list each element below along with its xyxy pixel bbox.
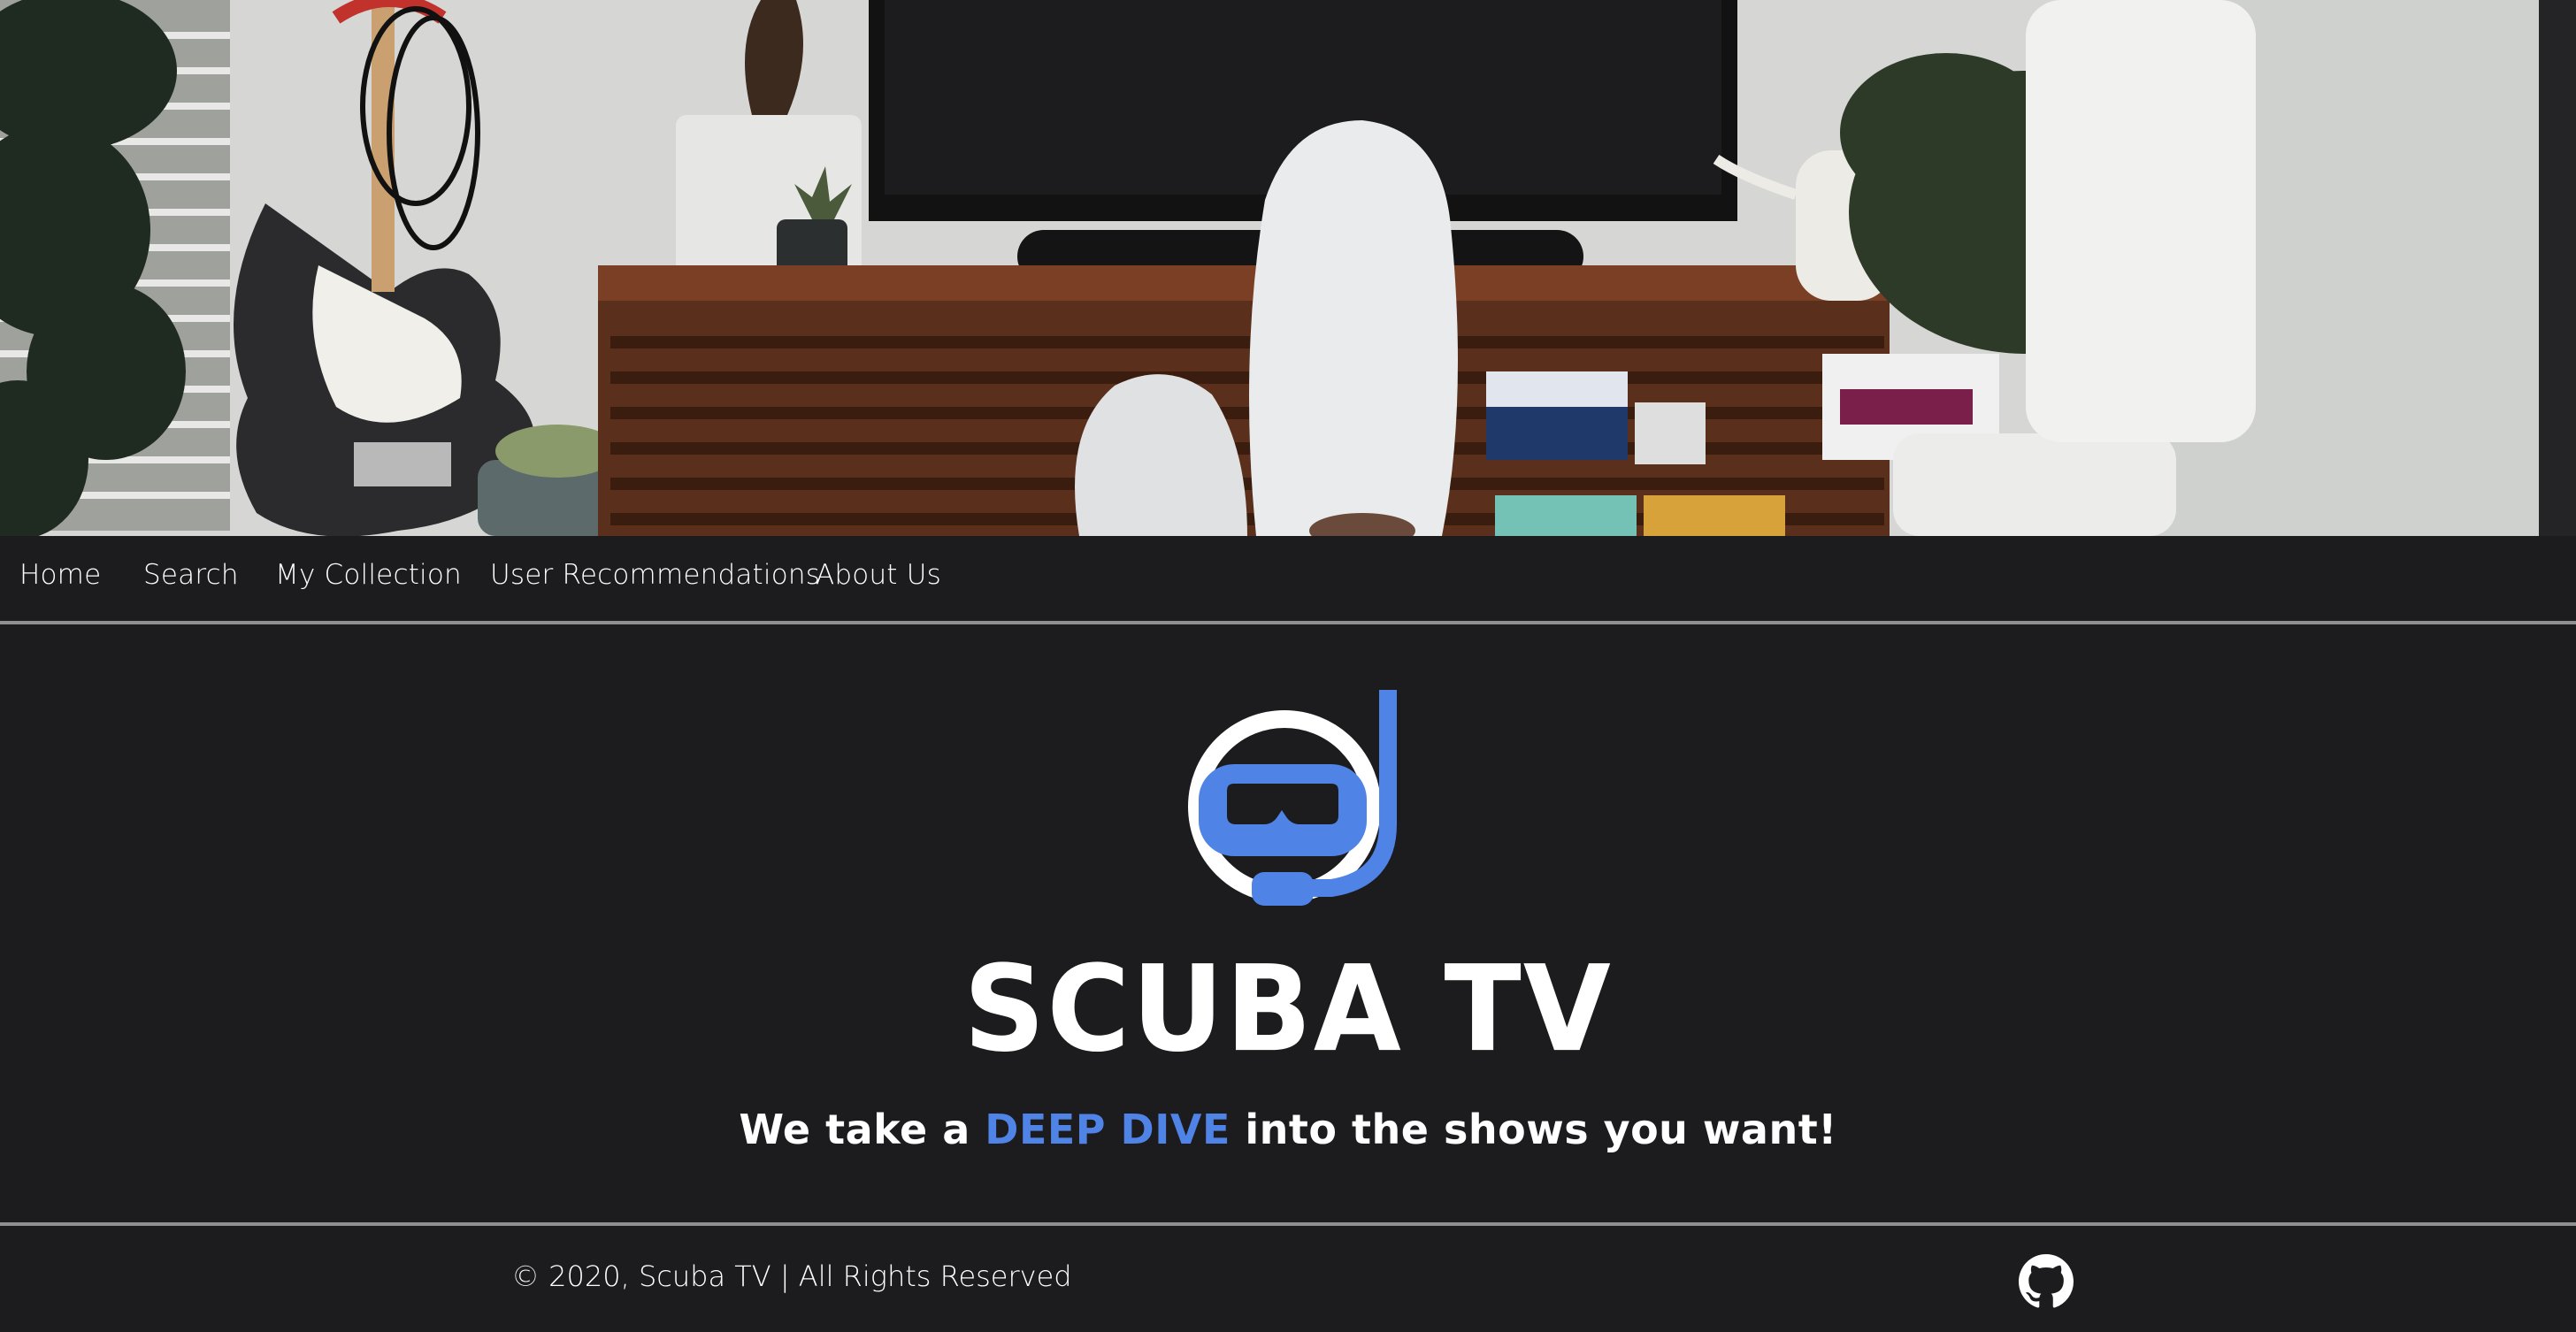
footer: © 2020, Scuba TV | All Rights Reserved [0, 1226, 2576, 1332]
hero-image [0, 0, 2576, 536]
tagline: We take a DEEP DIVE into the shows you w… [0, 1109, 2576, 1150]
site-title: SCUBA TV [963, 940, 1613, 1079]
snorkel-mask-icon [1181, 683, 1402, 913]
nav-home[interactable]: Home [19, 559, 101, 591]
nav-about-us[interactable]: About Us [816, 559, 941, 591]
brand-section: SCUBA TV We take a DEEP DIVE into the sh… [0, 624, 2576, 1222]
copyright-text: © 2020, Scuba TV | All Rights Reserved [511, 1259, 1072, 1293]
main-nav: Home Search My Collection User Recommend… [0, 536, 2576, 624]
tagline-accent: DEEP DIVE [985, 1106, 1230, 1153]
tagline-start: We take a [739, 1106, 985, 1153]
nav-my-collection[interactable]: My Collection [275, 559, 462, 591]
github-icon[interactable] [2019, 1254, 2074, 1309]
nav-search[interactable]: Search [143, 559, 239, 591]
nav-user-recommendations[interactable]: User Recommendations [490, 559, 820, 591]
tagline-end: into the shows you want! [1230, 1106, 1837, 1153]
